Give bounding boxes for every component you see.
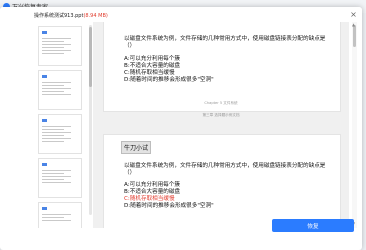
option-a: A:可以充分利用每个簇 — [124, 56, 180, 62]
thumbnail-panel[interactable] — [34, 22, 87, 228]
option-a: A:可以充分利用每个簇 — [124, 182, 180, 188]
file-size: (8.94 MB) — [83, 13, 108, 19]
option-d: D:随着时间的推移会形成很多"空洞" — [124, 77, 214, 83]
file-name: 操作系统测试913.ppt(8.94 MB) — [34, 13, 108, 19]
question-text: 以磁盘文件系统为例，文件存储的几种常用方式中，使用磁盘链接表分配的缺点是（） — [124, 36, 326, 49]
thumbnail-page[interactable] — [38, 202, 82, 228]
option-b: B:不适合大容量的磁盘 — [124, 189, 181, 195]
scroll-up-arrow-icon[interactable]: ▲ — [352, 22, 355, 27]
close-icon[interactable]: × — [349, 10, 358, 19]
thumbnail-page[interactable] — [38, 158, 82, 198]
thumbnail-scroll-handle[interactable] — [89, 27, 92, 87]
option-c: C:随机存取相当缓慢 — [124, 70, 175, 76]
page-note: 第三章 选择题示例文档 — [202, 113, 240, 117]
question-text: 以磁盘文件系统为例，文件存储的几种常用方式中，使用磁盘链接表分配的缺点是（） — [124, 163, 326, 176]
option-d: D:随着时间的推移会形成很多"空洞" — [124, 203, 214, 209]
slide-page: 以磁盘文件系统为例，文件存储的几种常用方式中，使用磁盘链接表分配的缺点是（） A… — [103, 22, 341, 112]
document-scrollbar[interactable] — [352, 22, 357, 228]
document-view[interactable]: 以磁盘文件系统为例，文件存储的几种常用方式中，使用磁盘链接表分配的缺点是（） A… — [93, 22, 349, 228]
thumbnail-page[interactable] — [38, 114, 82, 154]
preview-modal: 操作系统测试913.ppt(8.94 MB) × 以磁盘文件系统为例，文件存储的… — [0, 7, 362, 250]
option-b: B:不适合大容量的磁盘 — [124, 63, 181, 69]
recover-button[interactable]: 恢复 — [272, 219, 354, 232]
modal-header: 操作系统测试913.ppt(8.94 MB) × — [0, 7, 362, 22]
page-footer: Chapter 5 文件系统 — [204, 101, 238, 105]
thumbnail-page[interactable] — [38, 26, 82, 66]
thumbnail-page[interactable] — [38, 70, 82, 110]
document-scroll-handle[interactable] — [353, 25, 356, 47]
option-c-highlighted: C:随机存取相当缓慢 — [124, 196, 175, 202]
slide-page: 牛刀小试 以磁盘文件系统为例，文件存储的几种常用方式中，使用磁盘链接表分配的缺点… — [103, 134, 341, 228]
section-label: 牛刀小试 — [121, 141, 152, 154]
